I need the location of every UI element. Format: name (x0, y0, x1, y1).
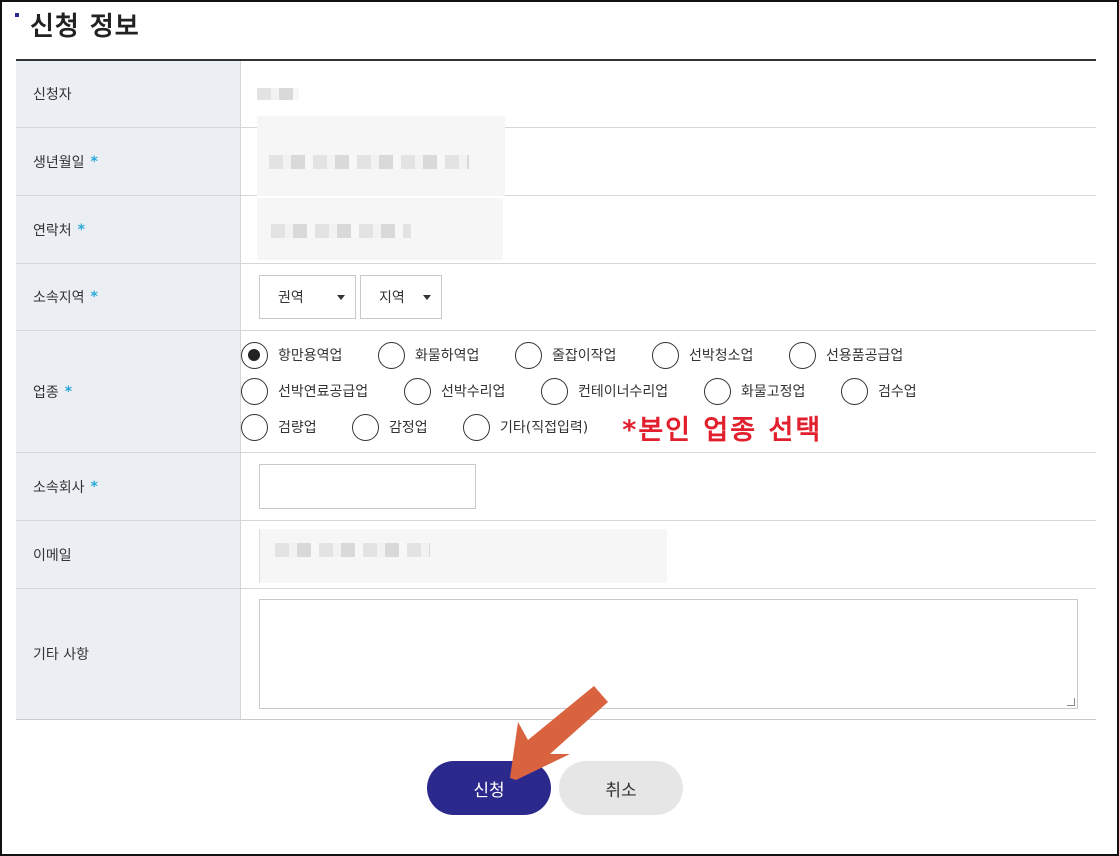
area-select[interactable]: 권역 (259, 275, 356, 319)
radio-industry[interactable]: 검량업 (241, 413, 352, 441)
radio-circle[interactable] (241, 377, 268, 405)
radio-circle[interactable] (652, 341, 679, 369)
radio-line-2: 선박연료공급업 선박수리업 컨테이너수리업 화물고정업 검수업 (241, 373, 941, 409)
value-contact (241, 196, 1096, 263)
radio-industry[interactable]: 선박청소업 (652, 341, 789, 369)
row-email: 이메일 (16, 521, 1096, 589)
radio-line-1: 항만용역업 화물하역업 줄잡이작업 선박청소업 선용품공급업 (241, 337, 929, 373)
row-company: 소속회사 * (16, 453, 1096, 521)
chevron-down-icon (423, 295, 431, 300)
row-applicant: 신청자 (16, 61, 1096, 128)
row-birthdate: 생년월일 * (16, 116, 1096, 196)
radio-industry[interactable]: 검수업 (841, 377, 941, 405)
annotation-select-industry: *본인 업종 선택 (622, 414, 823, 446)
radio-circle[interactable] (841, 377, 868, 405)
redacted-birthdate[interactable] (269, 155, 469, 169)
label-birthdate: 생년월일 * (16, 128, 241, 195)
chevron-down-icon (337, 295, 345, 300)
radio-industry[interactable]: 선용품공급업 (789, 341, 929, 369)
section-title: 신청 정보 (30, 12, 140, 42)
required-star: * (77, 221, 85, 238)
label-industry: 업종 * (16, 331, 241, 452)
value-notes (241, 589, 1096, 719)
required-star: * (90, 153, 98, 170)
radio-circle[interactable] (241, 413, 268, 441)
row-region: 소속지역 * 권역 지역 (16, 264, 1096, 331)
value-email (241, 521, 1096, 588)
label-contact: 연락처 * (16, 196, 241, 263)
radio-circle[interactable] (404, 377, 431, 405)
radio-industry[interactable]: 항만용역업 (241, 341, 378, 369)
label-notes: 기타 사항 (16, 589, 241, 719)
redacted-contact[interactable] (271, 224, 411, 238)
application-form: 신청자 생년월일* 연락처* 소속지역* 권역 지역 업종* 항만용역업 (16, 59, 1096, 720)
required-star: * (64, 383, 73, 400)
redacted-email[interactable] (275, 543, 430, 557)
radio-industry[interactable]: 컨테이너수리업 (541, 377, 704, 405)
region-select[interactable]: 지역 (360, 275, 442, 319)
radio-industry[interactable]: 선박수리업 (404, 377, 541, 405)
radio-circle[interactable] (241, 341, 268, 369)
resize-grip-icon[interactable] (1067, 698, 1075, 706)
radio-industry[interactable]: 선박연료공급업 (241, 377, 404, 405)
radio-circle[interactable] (515, 341, 542, 369)
required-star: * (90, 478, 98, 495)
pointer-arrow-icon (510, 686, 608, 780)
radio-industry[interactable]: 감정업 (352, 413, 463, 441)
value-company (241, 453, 1096, 520)
redacted-name (257, 88, 299, 100)
radio-circle[interactable] (541, 377, 568, 405)
radio-circle[interactable] (352, 413, 379, 441)
row-contact: 연락처 * (16, 196, 1096, 264)
value-birthdate (241, 116, 1096, 196)
radio-circle[interactable] (463, 413, 490, 441)
label-region: 소속지역 * (16, 264, 241, 330)
row-industry: 업종 * 항만용역업 화물하역업 줄잡이작업 선박청소업 선용품공급업 선박연료공… (16, 331, 1096, 453)
label-applicant: 신청자 (16, 61, 241, 127)
radio-circle[interactable] (378, 341, 405, 369)
radio-industry[interactable]: 기타(직접입력) (463, 413, 588, 441)
radio-industry[interactable]: 화물하역업 (378, 341, 515, 369)
radio-line-3: 검량업 감정업 기타(직접입력) *본인 업종 선택 (241, 409, 823, 446)
radio-circle[interactable] (789, 341, 816, 369)
value-region: 권역 지역 (241, 264, 1096, 330)
radio-circle[interactable] (704, 377, 731, 405)
radio-industry[interactable]: 줄잡이작업 (515, 341, 652, 369)
company-input[interactable] (259, 464, 476, 509)
label-email: 이메일 (16, 521, 241, 588)
industry-options: 항만용역업 화물하역업 줄잡이작업 선박청소업 선용품공급업 선박연료공급업 선… (241, 331, 1096, 452)
label-company: 소속회사 * (16, 453, 241, 520)
radio-industry[interactable]: 화물고정업 (704, 377, 841, 405)
notes-textarea[interactable] (259, 599, 1078, 709)
required-star: * (90, 289, 98, 305)
title-marker (15, 13, 19, 17)
